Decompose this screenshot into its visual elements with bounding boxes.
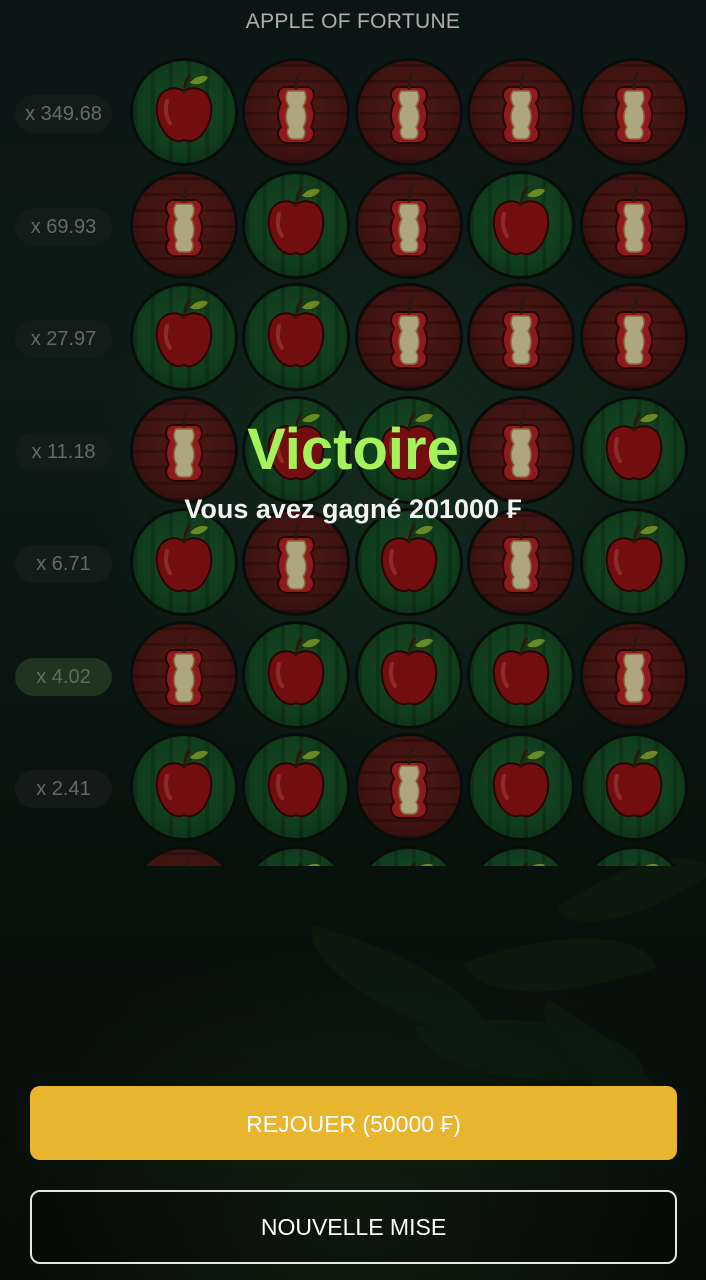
apple-tile[interactable] xyxy=(467,846,575,866)
apple-tile[interactable] xyxy=(242,283,350,391)
apple-tile[interactable] xyxy=(130,283,238,391)
row-multiplier: x 4.02 xyxy=(15,658,112,696)
apple-core-tile[interactable] xyxy=(130,171,238,279)
apple-tile[interactable] xyxy=(355,846,463,866)
apple-core-tile[interactable] xyxy=(242,58,350,166)
apple-core-tile[interactable] xyxy=(580,58,688,166)
victory-title: Victoire xyxy=(247,417,459,482)
apple-tile[interactable] xyxy=(355,621,463,729)
apple-core-tile[interactable] xyxy=(130,621,238,729)
replay-button[interactable]: REJOUER (50000 ₣) xyxy=(30,1086,677,1160)
game-title: APPLE OF FORTUNE xyxy=(245,10,461,33)
apple-core-tile[interactable] xyxy=(467,58,575,166)
row-multiplier: x 6.71 xyxy=(15,545,112,583)
apple-tile[interactable] xyxy=(467,733,575,841)
row-multiplier: x 27.97 xyxy=(15,320,112,358)
apple-core-tile[interactable] xyxy=(130,846,238,866)
apple-core-tile[interactable] xyxy=(355,171,463,279)
apple-tile[interactable] xyxy=(130,58,238,166)
apple-tile[interactable] xyxy=(467,171,575,279)
board-row: x 69.93 xyxy=(0,171,706,283)
apple-tile[interactable] xyxy=(467,621,575,729)
apple-core-tile[interactable] xyxy=(580,283,688,391)
board-row: x 2.41 xyxy=(0,733,706,845)
new-bet-button[interactable]: NOUVELLE MISE xyxy=(30,1190,677,1264)
apple-core-tile[interactable] xyxy=(355,58,463,166)
apple-tile[interactable] xyxy=(242,733,350,841)
board-row xyxy=(0,846,706,866)
row-multiplier: x 349.68 xyxy=(15,95,112,133)
victory-message: Vous avez gagné 201000 ₣ xyxy=(184,494,522,524)
apple-core-tile[interactable] xyxy=(355,283,463,391)
apple-core-tile[interactable] xyxy=(580,171,688,279)
apple-tile[interactable] xyxy=(580,733,688,841)
apple-tile[interactable] xyxy=(130,733,238,841)
apple-core-tile[interactable] xyxy=(467,283,575,391)
apple-tile[interactable] xyxy=(580,846,688,866)
apple-tile[interactable] xyxy=(242,846,350,866)
board-row: x 349.68 xyxy=(0,58,706,170)
apple-tile[interactable] xyxy=(242,621,350,729)
row-multiplier: x 2.41 xyxy=(15,770,112,808)
apple-core-tile[interactable] xyxy=(580,621,688,729)
row-multiplier: x 69.93 xyxy=(15,208,112,246)
apple-core-tile[interactable] xyxy=(355,733,463,841)
apple-tile[interactable] xyxy=(242,171,350,279)
board-row: x 4.02 xyxy=(0,621,706,733)
board-row: x 27.97 xyxy=(0,283,706,395)
